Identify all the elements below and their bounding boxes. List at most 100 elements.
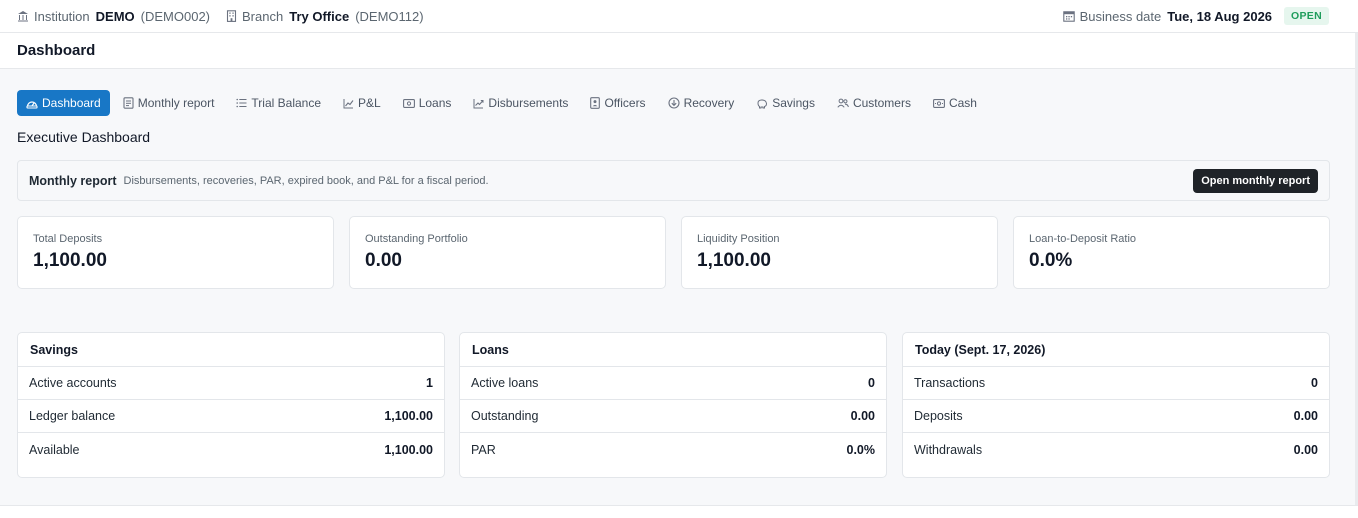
branch-name: Try Office	[289, 8, 350, 24]
users-icon	[837, 98, 849, 108]
building-icon	[226, 10, 237, 22]
kpi-label: Liquidity Position	[697, 233, 780, 245]
row-value: 0.00	[1293, 409, 1318, 423]
row-label: Active loans	[471, 376, 539, 390]
tab-label: Customers	[852, 96, 911, 110]
panel-row: Transactions 0	[903, 367, 1329, 400]
row-label: PAR	[471, 442, 496, 457]
panel-row: Available 1,100.00	[18, 433, 444, 466]
piggy-icon	[757, 98, 768, 108]
tab-pl[interactable]: P&L	[334, 90, 390, 116]
tab-label: P&L	[358, 96, 381, 110]
page-title: Dashboard	[0, 33, 1358, 69]
gauge-icon	[26, 100, 38, 109]
savings-panel: Savings Active accounts 1 Ledger balance…	[17, 332, 445, 478]
status-badge: OPEN	[1284, 7, 1329, 25]
tab-label: Cash	[948, 96, 977, 110]
tab-label: Loans	[418, 96, 452, 110]
tab-customers[interactable]: Customers	[828, 90, 920, 116]
open-monthly-report-button[interactable]: Open monthly report	[1193, 168, 1318, 193]
institution-info: Institution DEMO (DEMO002)	[17, 9, 210, 24]
tab-recovery[interactable]: Recovery	[659, 90, 744, 116]
panel-row: Ledger balance 1,100.00	[18, 400, 444, 433]
institution-icon	[18, 11, 28, 22]
row-value: 0	[1311, 376, 1318, 390]
business-date-area: Business date Tue, 18 Aug 2026 OPEN	[1062, 7, 1329, 25]
kpi-label: Outstanding Portfolio	[365, 233, 468, 245]
panel-row: Active accounts 1	[18, 367, 444, 400]
panel-row: PAR 0.0%	[460, 433, 886, 466]
business-date: Business date Tue, 18 Aug 2026	[1062, 8, 1273, 24]
monthly-report-description: Disbursements, recoveries, PAR, expired …	[123, 174, 489, 187]
tab-loans[interactable]: Loans	[394, 90, 461, 116]
row-value: 1	[426, 376, 433, 390]
row-value: 1,100.00	[384, 409, 433, 423]
tab-trial-balance[interactable]: Trial Balance	[227, 90, 330, 116]
today-panel: Today (Sept. 17, 2026) Transactions 0 De…	[902, 332, 1330, 478]
tab-label: Disbursements	[488, 96, 569, 110]
row-value: 0	[868, 376, 875, 390]
tab-savings[interactable]: Savings	[747, 90, 824, 116]
dashboard-tabs: Dashboard Monthly report Trial Balance P…	[17, 90, 990, 116]
row-label: Ledger balance	[29, 409, 116, 423]
row-label: Available	[29, 442, 80, 457]
chart-line-icon	[343, 98, 354, 108]
kpi-label: Total Deposits	[33, 233, 103, 245]
business-date-value: Tue, 18 Aug 2026	[1167, 8, 1273, 24]
kpi-value: 1,100.00	[33, 250, 107, 271]
banknote-icon	[402, 98, 415, 108]
cash-icon	[933, 98, 945, 108]
tab-label: Officers	[604, 96, 646, 110]
calendar-icon	[1062, 11, 1075, 22]
kpi-value: 1,100.00	[697, 250, 771, 271]
monthly-report-banner: Monthly report Disbursements, recoveries…	[17, 160, 1330, 201]
panel-row: Active loans 0	[460, 367, 886, 400]
loans-panel: Loans Active loans 0 Outstanding 0.00 PA…	[459, 332, 887, 478]
branch-info: Branch Try Office (DEMO112)	[226, 9, 424, 24]
institution-name: DEMO	[95, 8, 135, 24]
footer-strip	[0, 505, 1358, 518]
tab-label: Trial Balance	[251, 96, 322, 110]
tab-label: Monthly report	[137, 96, 215, 110]
panel-row: Withdrawals 0.00	[903, 433, 1329, 466]
tab-officers[interactable]: Officers	[581, 90, 654, 116]
panel-row: Deposits 0.00	[903, 400, 1329, 433]
row-label: Active accounts	[29, 376, 117, 390]
row-value: 1,100.00	[384, 442, 433, 457]
kpi-card-liquidity-position: Liquidity Position 1,100.00	[681, 216, 998, 289]
kpi-value: 0.00	[365, 250, 402, 271]
row-label: Transactions	[914, 376, 986, 390]
panel-title: Today (Sept. 17, 2026)	[903, 333, 1329, 367]
trend-icon	[473, 98, 484, 108]
institution-code: (DEMO002)	[140, 8, 211, 24]
kpi-card-total-deposits: Total Deposits 1,100.00	[17, 216, 334, 289]
row-value: 0.00	[1293, 442, 1318, 457]
tab-label: Dashboard	[42, 96, 101, 110]
row-value: 0.00	[850, 409, 875, 423]
kpi-card-outstanding-portfolio: Outstanding Portfolio 0.00	[349, 216, 666, 289]
tab-disbursements[interactable]: Disbursements	[464, 90, 577, 116]
list-icon	[236, 98, 247, 108]
top-context-bar: Institution DEMO (DEMO002) Branch Try Of…	[0, 0, 1358, 33]
kpi-label: Loan-to-Deposit Ratio	[1029, 233, 1137, 245]
kpi-card-loan-to-deposit-ratio: Loan-to-Deposit Ratio 0.0%	[1013, 216, 1330, 289]
tab-monthly-report[interactable]: Monthly report	[114, 90, 224, 116]
panel-title: Loans	[460, 333, 886, 367]
branch-code: (DEMO112)	[355, 8, 424, 24]
panel-row: Outstanding 0.00	[460, 400, 886, 433]
kpi-value: 0.0%	[1029, 250, 1073, 271]
tab-label: Savings	[772, 96, 815, 110]
report-icon	[123, 97, 134, 109]
monthly-report-title: Monthly report	[29, 173, 117, 188]
tab-dashboard[interactable]: Dashboard	[17, 90, 110, 116]
row-label: Outstanding	[471, 409, 539, 423]
panel-title: Savings	[18, 333, 444, 367]
row-value: 0.0%	[846, 442, 876, 457]
row-label: Deposits	[914, 409, 963, 423]
tab-label: Recovery	[683, 96, 735, 110]
business-date-label: Business date	[1079, 8, 1162, 24]
tab-cash[interactable]: Cash	[924, 90, 986, 116]
badge-icon	[590, 97, 601, 109]
section-title: Executive Dashboard	[17, 129, 151, 145]
download-circle-icon	[668, 97, 680, 109]
